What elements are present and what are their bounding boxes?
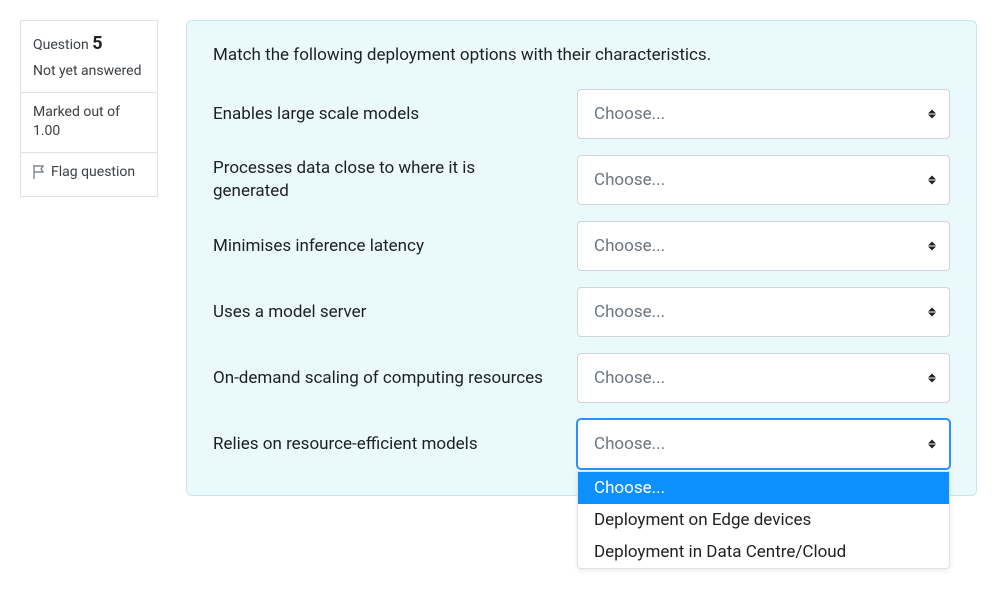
select-value: Choose... bbox=[594, 236, 665, 256]
updown-icon bbox=[928, 374, 936, 383]
flag-icon bbox=[33, 165, 45, 186]
match-row-0: Enables large scale models Choose... bbox=[213, 89, 950, 139]
flag-question-button[interactable]: Flag question bbox=[21, 152, 157, 196]
dropdown-option-1[interactable]: Deployment on Edge devices bbox=[578, 504, 949, 536]
question-text: Match the following deployment options w… bbox=[213, 45, 950, 65]
select-dropdown: Choose... Deployment on Edge devices Dep… bbox=[577, 471, 950, 569]
match-label-2: Minimises inference latency bbox=[213, 235, 553, 258]
updown-icon bbox=[928, 440, 936, 449]
question-label: Question bbox=[33, 37, 89, 53]
select-value: Choose... bbox=[594, 368, 665, 388]
question-panel: Match the following deployment options w… bbox=[186, 20, 977, 496]
marked-block: Marked out of 1.00 bbox=[21, 92, 157, 152]
match-label-0: Enables large scale models bbox=[213, 103, 553, 126]
dropdown-option-0[interactable]: Choose... bbox=[578, 472, 949, 504]
match-row-3: Uses a model server Choose... bbox=[213, 287, 950, 337]
select-wrap-4: Choose... bbox=[577, 353, 950, 403]
question-status: Not yet answered bbox=[33, 62, 145, 82]
select-wrap-2: Choose... bbox=[577, 221, 950, 271]
select-value: Choose... bbox=[594, 302, 665, 322]
select-wrap-3: Choose... bbox=[577, 287, 950, 337]
match-select-4[interactable]: Choose... bbox=[577, 353, 950, 403]
match-select-0[interactable]: Choose... bbox=[577, 89, 950, 139]
updown-icon bbox=[928, 308, 936, 317]
updown-icon bbox=[928, 242, 936, 251]
match-row-5: Relies on resource-efficient models Choo… bbox=[213, 419, 950, 469]
updown-icon bbox=[928, 110, 936, 119]
question-number-block: Question 5 Not yet answered bbox=[21, 21, 157, 92]
match-label-3: Uses a model server bbox=[213, 301, 553, 324]
match-select-3[interactable]: Choose... bbox=[577, 287, 950, 337]
select-value: Choose... bbox=[594, 434, 665, 454]
select-wrap-1: Choose... bbox=[577, 155, 950, 205]
match-select-1[interactable]: Choose... bbox=[577, 155, 950, 205]
flag-label: Flag question bbox=[51, 163, 135, 183]
match-row-1: Processes data close to where it is gene… bbox=[213, 155, 950, 205]
select-wrap-0: Choose... bbox=[577, 89, 950, 139]
match-row-2: Minimises inference latency Choose... bbox=[213, 221, 950, 271]
select-value: Choose... bbox=[594, 170, 665, 190]
marked-out-label: Marked out of 1.00 bbox=[33, 104, 120, 140]
match-row-4: On-demand scaling of computing resources… bbox=[213, 353, 950, 403]
updown-icon bbox=[928, 176, 936, 185]
match-label-4: On-demand scaling of computing resources bbox=[213, 367, 553, 390]
dropdown-option-2[interactable]: Deployment in Data Centre/Cloud bbox=[578, 536, 949, 568]
question-number: 5 bbox=[92, 33, 102, 54]
match-select-5[interactable]: Choose... bbox=[577, 419, 950, 469]
match-select-2[interactable]: Choose... bbox=[577, 221, 950, 271]
match-label-1: Processes data close to where it is gene… bbox=[213, 157, 553, 203]
match-label-5: Relies on resource-efficient models bbox=[213, 433, 553, 456]
question-info-card: Question 5 Not yet answered Marked out o… bbox=[20, 20, 158, 197]
select-wrap-5: Choose... Choose... Deployment on Edge d… bbox=[577, 419, 950, 469]
select-value: Choose... bbox=[594, 104, 665, 124]
